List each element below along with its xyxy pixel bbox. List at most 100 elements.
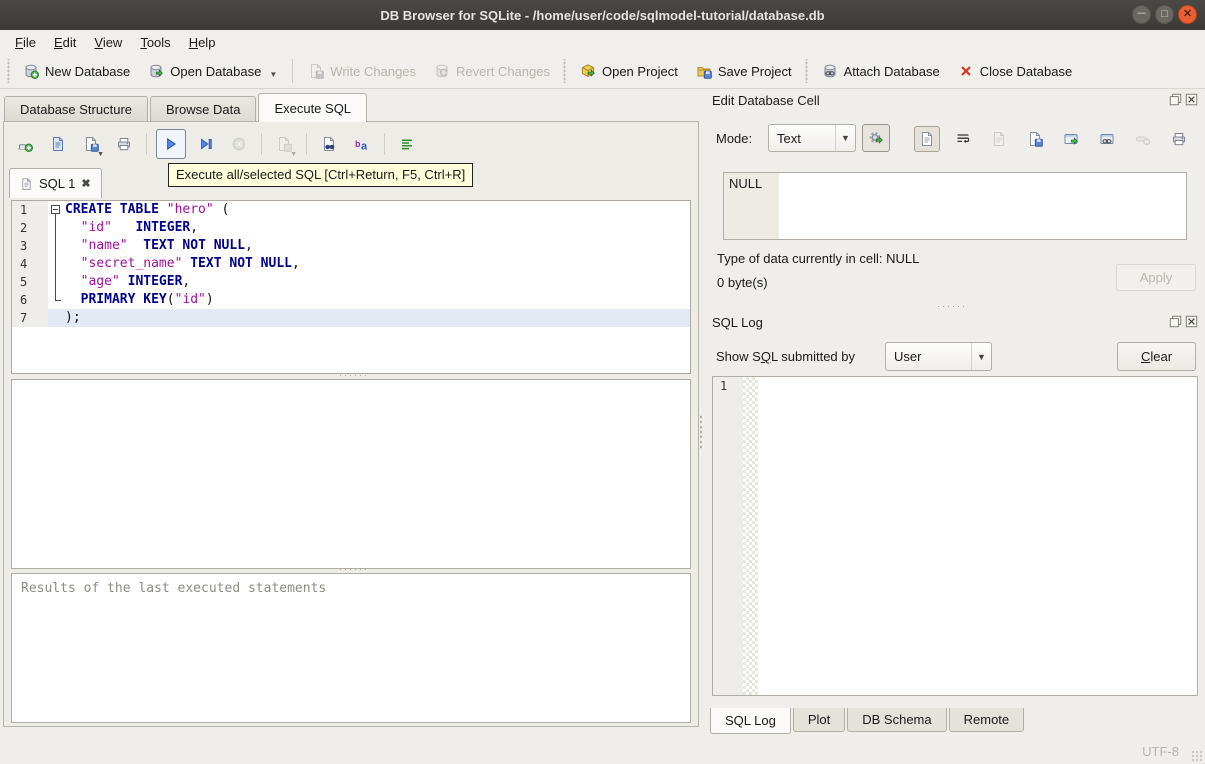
new-database-button[interactable]: New Database xyxy=(14,58,139,84)
sql-log-dock-title: SQL Log xyxy=(712,315,763,330)
bottom-tab-plot[interactable]: Plot xyxy=(792,708,846,732)
text-mode-button[interactable] xyxy=(914,126,940,152)
copy-cell-link-button[interactable] xyxy=(1094,126,1120,152)
dock-splitter-handle[interactable] xyxy=(699,415,703,449)
fold-margin[interactable] xyxy=(48,291,63,309)
sql-document-tab[interactable]: SQL 1 ✖ xyxy=(9,168,102,198)
float-dock-icon[interactable] xyxy=(1169,315,1182,328)
open-in-external-app-button[interactable] xyxy=(1058,126,1084,152)
right-dock: Edit Database Cell Mode: Text ▼ NULL Typ… xyxy=(699,89,1205,738)
minimize-button[interactable]: － xyxy=(1132,5,1151,24)
write-changes-button[interactable]: Write Changes xyxy=(299,58,425,84)
execute-all-sql-button[interactable] xyxy=(156,129,186,159)
word-wrap-cell-button[interactable] xyxy=(950,126,976,152)
tab-execute-sql[interactable]: Execute SQL xyxy=(258,93,368,122)
new-database-label: New Database xyxy=(45,63,131,79)
log-text-area[interactable] xyxy=(758,377,1197,695)
set-cell-null-button[interactable] xyxy=(1130,126,1156,152)
fold-margin[interactable] xyxy=(48,219,63,237)
chevron-down-icon[interactable]: ▼ xyxy=(290,151,297,158)
print-cell-button[interactable] xyxy=(1166,126,1192,152)
revert-changes-button[interactable]: Revert Changes xyxy=(425,58,559,84)
fold-margin[interactable] xyxy=(48,309,63,327)
bottom-tab-remote[interactable]: Remote xyxy=(948,708,1025,732)
close-sql-tab-icon[interactable]: ✖ xyxy=(81,177,90,190)
save-results-view-icon xyxy=(276,136,292,152)
export-cell-data-button[interactable] xyxy=(1022,126,1048,152)
fold-margin[interactable] xyxy=(48,255,63,273)
editor-line[interactable]: 4 "secret_name" TEXT NOT NULL, xyxy=(12,255,690,273)
editor-line[interactable]: 6 PRIMARY KEY("id") xyxy=(12,291,690,309)
save-sql-file-icon xyxy=(83,136,99,152)
close-button[interactable]: ✕ xyxy=(1178,5,1197,24)
splitter-editor-results[interactable]: ······ xyxy=(334,371,374,380)
toolbar-handle[interactable] xyxy=(561,59,568,83)
maximize-button[interactable]: □ xyxy=(1155,5,1174,24)
apply-button[interactable]: Apply xyxy=(1116,264,1196,291)
editor-line[interactable]: 7); xyxy=(12,309,690,327)
tab-browse-data[interactable]: Browse Data xyxy=(150,96,257,122)
float-dock-icon[interactable] xyxy=(1169,93,1182,106)
find-in-sql-button[interactable] xyxy=(316,131,342,157)
fold-margin[interactable] xyxy=(48,273,63,291)
status-bar: UTF-8 xyxy=(0,737,1205,764)
splitter-results-message[interactable]: ······ xyxy=(334,565,374,574)
menu-view[interactable]: View xyxy=(85,32,131,53)
write-changes-label: Write Changes xyxy=(330,63,417,79)
results-message-panel[interactable]: Results of the last executed statements xyxy=(11,573,691,723)
save-project-button[interactable]: Save Project xyxy=(687,58,801,84)
close-dock-icon[interactable] xyxy=(1185,315,1198,328)
stop-execution-button[interactable] xyxy=(226,131,252,157)
menu-file[interactable]: File xyxy=(6,32,45,53)
auto-format-sql-button[interactable]: ba xyxy=(349,131,375,157)
fold-margin[interactable] xyxy=(48,237,63,255)
execute-current-line-button[interactable] xyxy=(193,131,219,157)
close-dock-icon[interactable] xyxy=(1185,93,1198,106)
editor-line[interactable]: 1 CREATE TABLE "hero" ( xyxy=(12,201,690,219)
tab-database-structure[interactable]: Database Structure xyxy=(4,96,149,122)
fold-marker-icon[interactable] xyxy=(51,205,60,214)
attach-database-button[interactable]: Attach Database xyxy=(813,58,949,84)
open-sql-file-button[interactable] xyxy=(45,131,71,157)
import-cell-data-button[interactable] xyxy=(986,126,1012,152)
sql-log-filter-select[interactable]: User ▼ xyxy=(885,342,992,371)
splitter-dock-sections[interactable]: ······ xyxy=(932,302,972,311)
chevron-down-icon[interactable]: ▼ xyxy=(269,70,277,79)
cell-value-editor[interactable]: NULL xyxy=(723,172,1187,240)
open-project-button[interactable]: Open Project xyxy=(571,58,687,84)
fold-line xyxy=(55,300,61,301)
cell-type-info: Type of data currently in cell: NULL xyxy=(717,251,920,266)
editor-line[interactable]: 2 "id" INTEGER, xyxy=(12,219,690,237)
clear-log-button[interactable]: Clear xyxy=(1117,342,1196,371)
sql-document-tab-label: SQL 1 xyxy=(39,176,76,191)
bottom-tab-sql-log[interactable]: SQL Log xyxy=(710,708,791,734)
auto-switch-mode-button[interactable] xyxy=(862,124,890,152)
save-results-view-button[interactable]: ▼ xyxy=(271,131,297,158)
print-sql-button[interactable] xyxy=(111,131,137,157)
menu-tools[interactable]: Tools xyxy=(131,32,179,53)
editor-line[interactable]: 3 "name" TEXT NOT NULL, xyxy=(12,237,690,255)
menu-help[interactable]: Help xyxy=(180,32,225,53)
cell-editor-area[interactable] xyxy=(779,173,1186,239)
editor-line[interactable]: 5 "age" INTEGER, xyxy=(12,273,690,291)
toolbar-handle[interactable] xyxy=(803,59,810,83)
gear-icon xyxy=(868,130,884,146)
bottom-tab-db-schema[interactable]: DB Schema xyxy=(847,708,947,732)
toolbar-handle[interactable] xyxy=(5,59,11,83)
toggle-word-wrap-button[interactable] xyxy=(394,131,420,157)
set-cell-null-icon xyxy=(1135,131,1151,147)
sql-log-view[interactable]: 1 xyxy=(712,376,1198,696)
mode-select[interactable]: Text ▼ xyxy=(768,124,856,152)
fold-margin[interactable] xyxy=(48,201,63,219)
new-sql-tab-button[interactable] xyxy=(12,131,38,157)
close-database-button[interactable]: Close Database xyxy=(949,58,1082,84)
chevron-down-icon[interactable]: ▼ xyxy=(97,151,104,158)
results-grid[interactable] xyxy=(11,379,691,569)
cell-editor-toolbar xyxy=(914,126,1192,152)
sql-code-editor[interactable]: 1 CREATE TABLE "hero" (2 "id" INTEGER, 3 "… xyxy=(11,200,691,374)
menu-edit[interactable]: Edit xyxy=(45,32,85,53)
line-number: 1 xyxy=(12,201,48,219)
resize-grip[interactable] xyxy=(1191,750,1202,761)
save-sql-file-button[interactable]: ▼ xyxy=(78,131,104,158)
open-database-button[interactable]: Open Database ▼ xyxy=(139,58,286,84)
